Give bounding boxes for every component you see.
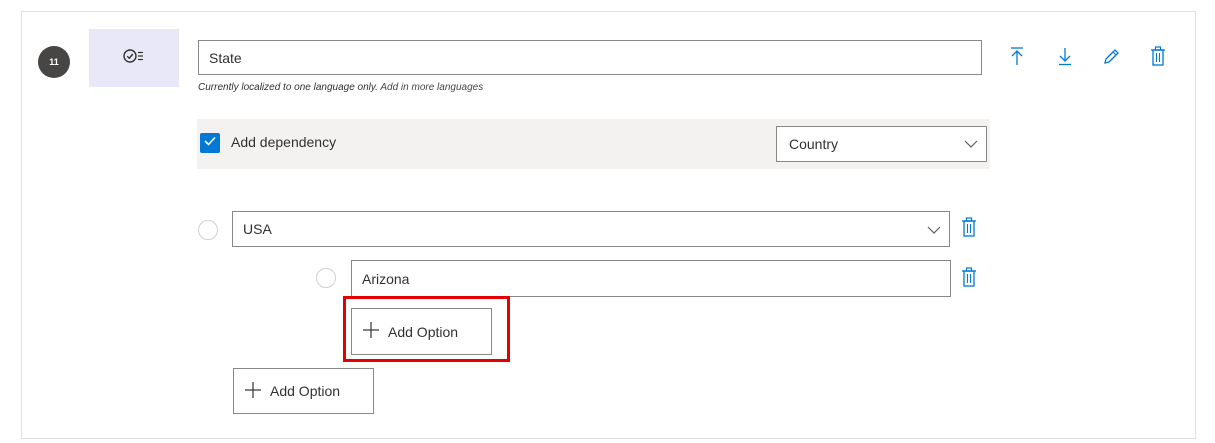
add-option-button[interactable]: Add Option bbox=[233, 368, 374, 414]
sub-option-value: Arizona bbox=[362, 270, 410, 287]
option-select-usa[interactable]: USA bbox=[232, 211, 950, 247]
choice-list-icon bbox=[123, 48, 145, 69]
dependency-select-value: Country bbox=[789, 136, 839, 152]
question-title-input[interactable]: State bbox=[198, 40, 982, 75]
add-dependency-label: Add dependency bbox=[231, 134, 337, 150]
dependency-question-select[interactable]: Country bbox=[776, 126, 987, 162]
delete-sub-option-icon[interactable] bbox=[961, 267, 977, 292]
checkmark-icon bbox=[203, 134, 217, 152]
move-to-top-icon[interactable] bbox=[1006, 44, 1028, 68]
add-dependency-checkbox[interactable] bbox=[200, 133, 220, 153]
sub-option-input-arizona[interactable]: Arizona bbox=[351, 260, 951, 297]
pencil-icon[interactable] bbox=[1100, 44, 1122, 68]
chevron-down-icon bbox=[927, 223, 941, 240]
plus-icon bbox=[244, 381, 262, 402]
option-radio[interactable] bbox=[198, 220, 218, 240]
sub-option-radio[interactable] bbox=[316, 268, 336, 288]
add-languages-link[interactable]: Add in more languages bbox=[380, 82, 483, 93]
move-down-icon[interactable] bbox=[1054, 44, 1076, 68]
delete-option-icon[interactable] bbox=[961, 217, 977, 242]
highlight-box bbox=[343, 296, 510, 362]
question-title-value: State bbox=[209, 49, 242, 66]
localization-note-text: Currently localized to one language only… bbox=[198, 82, 378, 93]
question-type-tile[interactable] bbox=[89, 29, 179, 87]
question-number-badge: 11 bbox=[38, 46, 70, 78]
add-option-label: Add Option bbox=[270, 383, 341, 399]
chevron-down-icon bbox=[964, 137, 978, 154]
localization-note: Currently localized to one language only… bbox=[198, 82, 483, 93]
trash-icon[interactable] bbox=[1147, 44, 1169, 68]
option-value: USA bbox=[243, 221, 272, 237]
